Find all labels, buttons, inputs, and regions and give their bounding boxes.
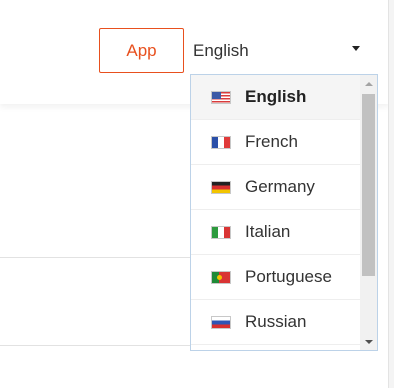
flag-pt-icon — [211, 270, 231, 284]
triangle-down-icon — [364, 339, 373, 344]
language-option-label: French — [245, 132, 298, 151]
language-option-germany[interactable]: Germany — [191, 165, 360, 210]
language-option-russian[interactable]: Russian — [191, 300, 360, 345]
language-option-label: Italian — [245, 222, 291, 241]
flag-fr-icon — [211, 135, 231, 149]
language-option-french[interactable]: French — [191, 120, 360, 165]
language-option-label: Portuguese — [245, 267, 332, 286]
language-select-value: English — [193, 41, 249, 60]
language-option-list: English French Germany Italian Portugues… — [191, 75, 360, 345]
language-option-portuguese[interactable]: Portuguese — [191, 255, 360, 300]
language-select[interactable]: English — [190, 30, 368, 72]
flag-de-icon — [211, 180, 231, 194]
caret-down-icon[interactable] — [352, 46, 360, 51]
language-option-label: Germany — [245, 177, 315, 196]
scroll-down-arrow-icon[interactable] — [360, 333, 377, 350]
language-option-label: Russian — [245, 312, 307, 331]
language-option-label: English — [245, 87, 307, 106]
scrollbar-thumb[interactable] — [362, 94, 375, 276]
page: App English English French Germany Itali… — [0, 0, 394, 388]
scroll-up-arrow-icon[interactable] — [360, 75, 377, 92]
language-dropdown: English French Germany Italian Portugues… — [190, 74, 378, 351]
content-divider — [0, 345, 190, 346]
window-edge — [388, 0, 394, 388]
app-button[interactable]: App — [99, 28, 184, 73]
dropdown-scrollbar[interactable] — [360, 75, 377, 350]
triangle-up-icon — [364, 81, 373, 86]
flag-ru-icon — [211, 315, 231, 329]
flag-it-icon — [211, 225, 231, 239]
language-option-english[interactable]: English — [191, 75, 360, 120]
content-divider — [0, 257, 190, 258]
language-option-italian[interactable]: Italian — [191, 210, 360, 255]
flag-us-icon — [211, 90, 231, 104]
